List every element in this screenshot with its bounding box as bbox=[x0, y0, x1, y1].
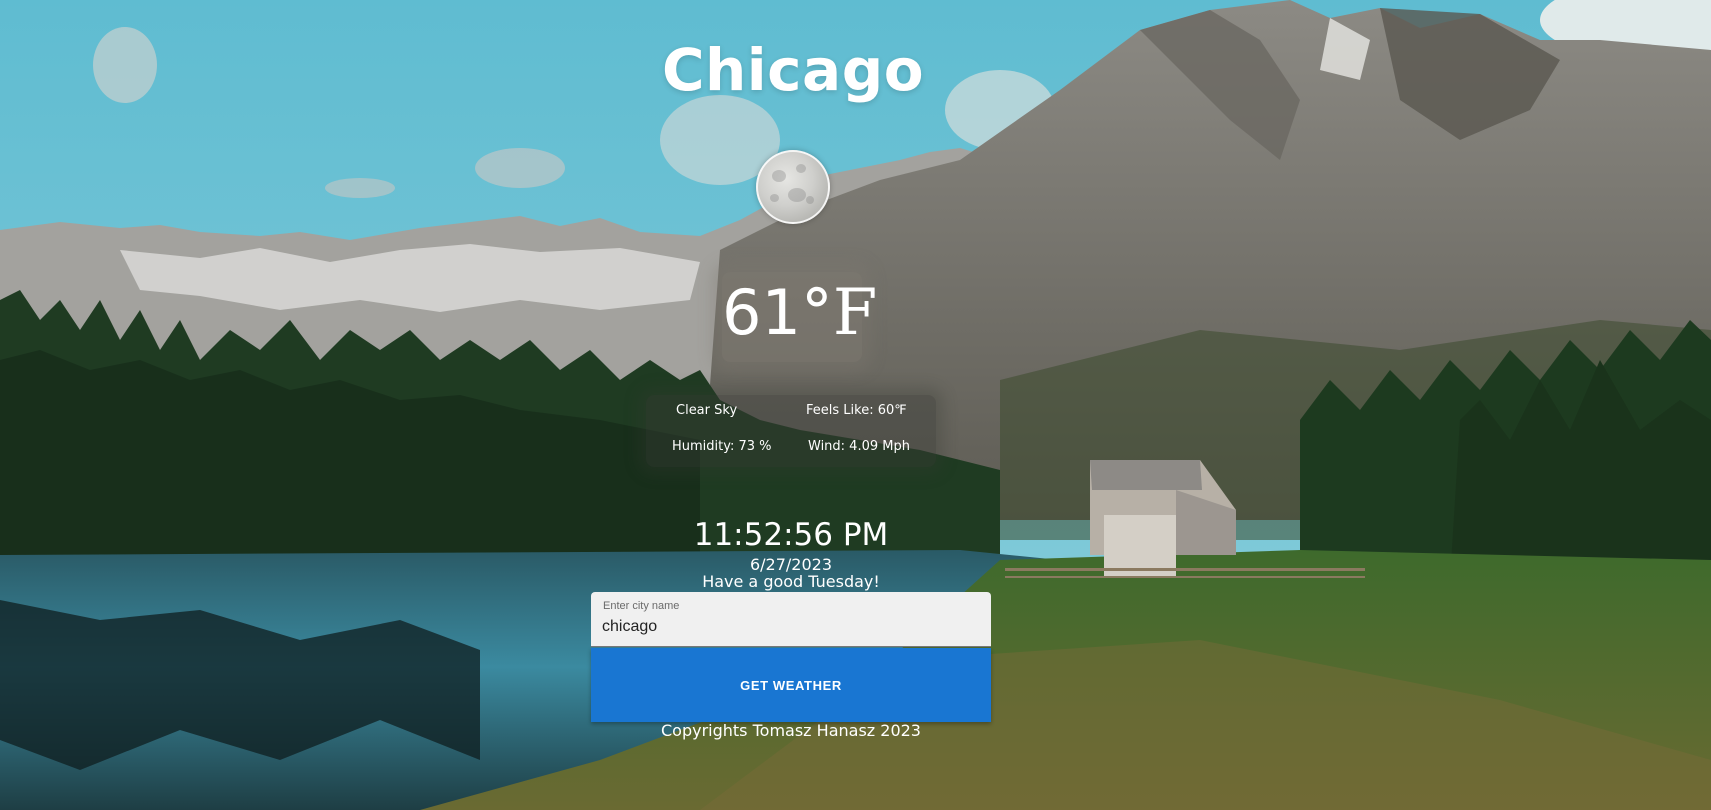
city-input-label: Enter city name bbox=[603, 600, 680, 612]
humidity: Humidity: 73 % bbox=[672, 439, 772, 454]
temperature-display: 61°F bbox=[722, 276, 877, 350]
temperature-unit: °F bbox=[800, 276, 878, 350]
greeting-text: Have a good Tuesday! bbox=[702, 572, 880, 591]
city-title: Chicago bbox=[661, 36, 925, 104]
city-input[interactable] bbox=[602, 615, 972, 639]
get-weather-button[interactable]: GET WEATHER bbox=[591, 648, 991, 722]
wind-speed: Wind: 4.09 Mph bbox=[808, 439, 910, 454]
full-moon-icon bbox=[756, 150, 830, 224]
weather-condition: Clear Sky bbox=[676, 403, 738, 418]
feels-like: Feels Like: 60℉ bbox=[806, 403, 907, 418]
city-search-field[interactable]: Enter city name bbox=[591, 592, 991, 647]
temperature-value: 61 bbox=[722, 276, 801, 349]
footer-copyright: Copyrights Tomasz Hanasz 2023 bbox=[661, 721, 921, 740]
clock-time: 11:52:56 PM bbox=[693, 517, 889, 553]
